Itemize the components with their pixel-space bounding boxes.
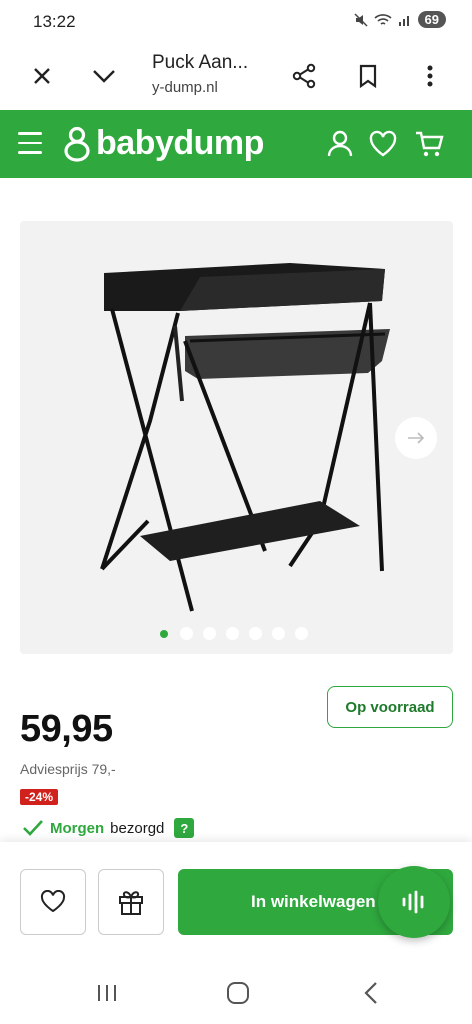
carousel-dot[interactable] bbox=[226, 627, 239, 640]
signal-icon bbox=[398, 15, 409, 26]
chevron-down-icon[interactable] bbox=[86, 58, 122, 94]
carousel-dots bbox=[157, 627, 308, 640]
status-time: 13:22 bbox=[33, 12, 76, 31]
user-icon[interactable] bbox=[324, 128, 356, 160]
more-vertical-icon[interactable] bbox=[412, 58, 448, 94]
carousel-dot[interactable] bbox=[203, 627, 216, 640]
mute-icon bbox=[354, 12, 368, 27]
checkmark-icon bbox=[23, 820, 43, 836]
stock-status-badge: Op voorraad bbox=[327, 686, 453, 728]
gift-icon bbox=[119, 891, 143, 915]
cart-icon[interactable] bbox=[414, 128, 446, 160]
logo-text: babydump bbox=[96, 124, 264, 162]
page-title[interactable]: Puck Aan... bbox=[152, 52, 248, 74]
share-icon[interactable] bbox=[286, 58, 322, 94]
wifi-icon bbox=[373, 13, 392, 25]
voice-icon bbox=[402, 890, 424, 914]
site-logo[interactable]: babydump bbox=[62, 124, 264, 163]
recommended-price: Adviesprijs 79,- bbox=[20, 761, 116, 777]
carousel-dot[interactable] bbox=[272, 627, 285, 640]
status-bar: 13:22 69 bbox=[0, 0, 472, 44]
changing-table-image bbox=[100, 263, 390, 612]
gift-button[interactable] bbox=[98, 869, 164, 935]
next-image-button[interactable] bbox=[395, 417, 437, 459]
delivery-text: bezorgd bbox=[110, 819, 165, 837]
hamburger-icon[interactable] bbox=[18, 132, 42, 156]
system-nav-bar bbox=[0, 960, 472, 1024]
back-icon[interactable] bbox=[356, 978, 386, 1008]
wishlist-button[interactable] bbox=[20, 869, 86, 935]
logo-icon bbox=[64, 126, 90, 162]
recent-apps-icon[interactable] bbox=[92, 978, 122, 1008]
battery-indicator: 69 bbox=[417, 11, 446, 28]
close-icon[interactable] bbox=[24, 58, 60, 94]
sticky-action-bar: In winkelwagen bbox=[0, 842, 472, 960]
carousel-dot[interactable] bbox=[295, 627, 308, 640]
status-icons: 69 bbox=[354, 11, 446, 28]
product-price: 59,95 bbox=[20, 708, 113, 750]
page-url[interactable]: y-dump.nl bbox=[152, 79, 218, 96]
carousel-dot[interactable] bbox=[180, 627, 193, 640]
site-header: babydump bbox=[0, 110, 472, 178]
product-image-carousel[interactable] bbox=[20, 221, 453, 654]
delivery-help-button[interactable]: ? bbox=[174, 818, 195, 838]
delivery-info: Morgen bezorgd ? bbox=[22, 818, 195, 838]
arrow-right-icon bbox=[408, 432, 425, 444]
heart-icon[interactable] bbox=[367, 128, 399, 160]
bookmark-icon[interactable] bbox=[350, 58, 386, 94]
home-icon[interactable] bbox=[223, 978, 253, 1008]
heart-icon bbox=[40, 890, 66, 913]
voice-assistant-button[interactable] bbox=[378, 866, 450, 938]
browser-toolbar: Puck Aan... y-dump.nl bbox=[0, 44, 472, 110]
discount-badge: -24% bbox=[20, 789, 59, 805]
delivery-day: Morgen bbox=[50, 819, 105, 837]
carousel-dot[interactable] bbox=[159, 629, 168, 638]
carousel-dot[interactable] bbox=[249, 627, 262, 640]
